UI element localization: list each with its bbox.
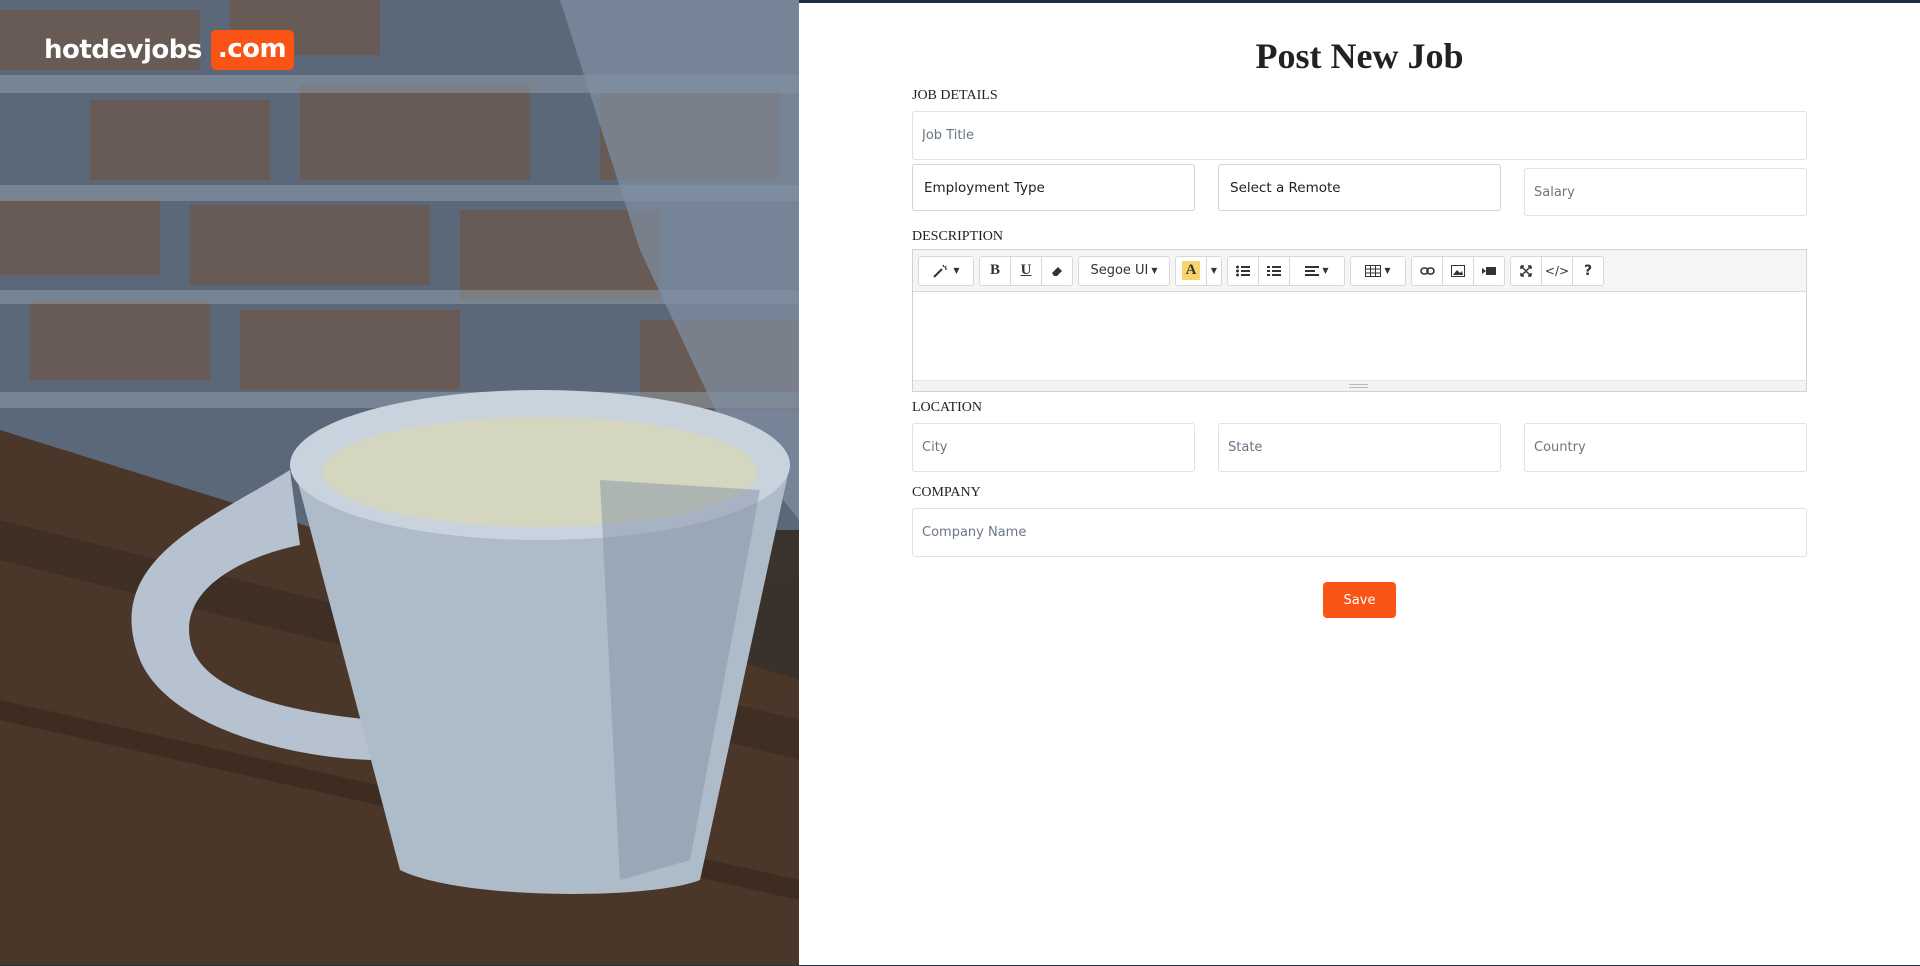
brand-tld-badge: .com — [210, 30, 295, 70]
eraser-icon[interactable] — [1041, 255, 1073, 286]
bold-icon[interactable]: B — [979, 255, 1011, 286]
underline-icon[interactable]: U — [1010, 255, 1042, 286]
hero-photo: hotdevjobs .com — [0, 0, 799, 965]
employment-type-value: Employment Type — [924, 179, 1045, 196]
job-title-input[interactable] — [922, 112, 1806, 159]
text-color-icon[interactable]: A — [1175, 255, 1207, 286]
brand-logo[interactable]: hotdevjobs .com — [44, 30, 295, 70]
company-name-input[interactable] — [922, 509, 1806, 556]
job-title-field[interactable] — [912, 111, 1807, 160]
picture-icon[interactable] — [1442, 255, 1474, 286]
section-label-description: DESCRIPTION — [912, 229, 1004, 244]
code-view-icon[interactable]: </> — [1541, 255, 1573, 286]
ordered-list-icon[interactable] — [1258, 255, 1290, 286]
save-button[interactable]: Save — [1323, 582, 1396, 618]
text-color-dropdown[interactable]: ▼ — [1206, 255, 1222, 286]
city-input[interactable] — [922, 424, 1194, 471]
font-family-label: Segoe UI — [1090, 263, 1149, 278]
description-editor: ▼ B U Segoe UI ▼ A ▼ ▼ ▼ </> ? — [912, 249, 1807, 392]
paragraph-align-icon[interactable]: ▼ — [1289, 255, 1345, 286]
magic-wand-icon[interactable]: ▼ — [918, 255, 974, 286]
brand-name: hotdevjobs — [44, 35, 202, 65]
link-icon[interactable] — [1411, 255, 1443, 286]
editor-toolbar: ▼ B U Segoe UI ▼ A ▼ ▼ ▼ </> ? — [913, 250, 1806, 292]
employment-type-select[interactable]: Employment Type — [912, 164, 1195, 211]
country-field[interactable] — [1524, 423, 1807, 472]
editor-resize-handle[interactable] — [913, 380, 1806, 391]
salary-input[interactable] — [1534, 169, 1806, 215]
video-icon[interactable] — [1473, 255, 1505, 286]
remote-select[interactable]: Select a Remote — [1218, 164, 1501, 211]
unordered-list-icon[interactable] — [1227, 255, 1259, 286]
help-icon[interactable]: ? — [1572, 255, 1604, 286]
section-label-job-details: JOB DETAILS — [912, 88, 998, 103]
company-name-field[interactable] — [912, 508, 1807, 557]
remote-value: Select a Remote — [1230, 179, 1341, 196]
font-family-dropdown[interactable]: Segoe UI ▼ — [1078, 255, 1170, 286]
fullscreen-icon[interactable] — [1510, 255, 1542, 286]
table-icon[interactable]: ▼ — [1350, 255, 1406, 286]
page-title: Post New Job — [1255, 36, 1464, 76]
section-label-location: LOCATION — [912, 400, 982, 415]
state-field[interactable] — [1218, 423, 1501, 472]
salary-field[interactable] — [1524, 168, 1807, 216]
country-input[interactable] — [1534, 424, 1806, 471]
coffee-cup-image — [0, 0, 799, 965]
section-label-company: COMPANY — [912, 485, 981, 500]
city-field[interactable] — [912, 423, 1195, 472]
state-input[interactable] — [1228, 424, 1500, 471]
description-content[interactable] — [913, 292, 1806, 380]
post-job-panel: Post New Job JOB DETAILS Employment Type… — [799, 3, 1920, 965]
